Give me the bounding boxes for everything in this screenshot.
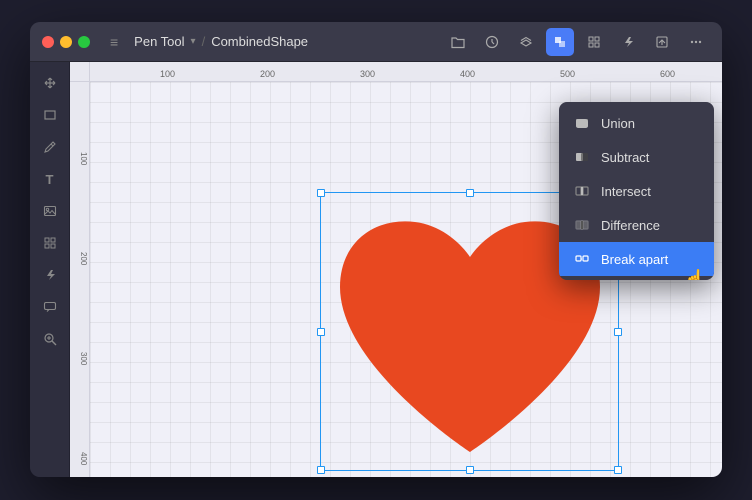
cloud-button[interactable] <box>478 28 506 56</box>
ruler-h-400: 400 <box>460 69 475 79</box>
shape-name: CombinedShape <box>211 34 308 49</box>
menu-item-subtract-label: Subtract <box>601 150 649 165</box>
breadcrumb-separator: / <box>202 34 206 49</box>
difference-icon <box>573 216 591 234</box>
ruler-h-500: 500 <box>560 69 575 79</box>
toolbar-icons <box>444 28 710 56</box>
menu-item-difference[interactable]: Difference <box>559 208 714 242</box>
tool-name[interactable]: Pen Tool <box>134 34 184 49</box>
ruler-horizontal: 100 200 300 400 500 600 700 <box>90 62 722 82</box>
intersect-icon <box>573 182 591 200</box>
ruler-h-100: 100 <box>160 69 175 79</box>
maximize-button[interactable] <box>78 36 90 48</box>
traffic-lights <box>42 36 90 48</box>
menu-icon[interactable]: ≡ <box>110 34 118 50</box>
cursor-indicator: ☝ <box>684 269 706 280</box>
shape-ops-button[interactable] <box>546 28 574 56</box>
menu-item-break-apart[interactable]: Break apart ☝ <box>559 242 714 276</box>
grid-button[interactable] <box>580 28 608 56</box>
ruler-corner <box>70 62 90 82</box>
menu-item-intersect-label: Intersect <box>601 184 651 199</box>
menu-item-union[interactable]: Union <box>559 106 714 140</box>
canvas-area[interactable]: 100 200 300 400 500 600 700 100 200 300 … <box>70 62 722 477</box>
menu-item-difference-label: Difference <box>601 218 660 233</box>
folder-button[interactable] <box>444 28 472 56</box>
ruler-v-300: 300 <box>79 352 88 365</box>
ruler-h-300: 300 <box>360 69 375 79</box>
subtract-icon <box>573 148 591 166</box>
shape-ops-dropdown: Union Subtract <box>559 102 714 280</box>
image-tool[interactable] <box>35 196 65 226</box>
left-toolbar: T <box>30 62 70 477</box>
ruler-h-600: 600 <box>660 69 675 79</box>
minimize-button[interactable] <box>60 36 72 48</box>
layers-button[interactable] <box>512 28 540 56</box>
titlebar: ≡ Pen Tool ▾ / CombinedShape <box>30 22 722 62</box>
main-window: ≡ Pen Tool ▾ / CombinedShape <box>30 22 722 477</box>
break-apart-icon <box>573 250 591 268</box>
export-button[interactable] <box>648 28 676 56</box>
more-button[interactable] <box>682 28 710 56</box>
pen-tool[interactable] <box>35 132 65 162</box>
close-button[interactable] <box>42 36 54 48</box>
main-content: T <box>30 62 722 477</box>
comment-tool[interactable] <box>35 292 65 322</box>
ruler-h-200: 200 <box>260 69 275 79</box>
menu-item-intersect[interactable]: Intersect <box>559 174 714 208</box>
move-tool[interactable] <box>35 68 65 98</box>
symbol-tool[interactable] <box>35 228 65 258</box>
ruler-v-400: 400 <box>79 452 88 465</box>
menu-item-union-label: Union <box>601 116 635 131</box>
ruler-v-100: 100 <box>79 152 88 165</box>
menu-item-break-apart-label: Break apart <box>601 252 668 267</box>
union-icon <box>573 114 591 132</box>
menu-item-subtract[interactable]: Subtract <box>559 140 714 174</box>
tool-dropdown-icon[interactable]: ▾ <box>191 36 196 47</box>
zoom-tool[interactable] <box>35 324 65 354</box>
lightning-button[interactable] <box>614 28 642 56</box>
ruler-v-200: 200 <box>79 252 88 265</box>
breadcrumb: Pen Tool ▾ / CombinedShape <box>134 34 308 49</box>
ruler-vertical: 100 200 300 400 <box>70 82 90 477</box>
lightning-tool[interactable] <box>35 260 65 290</box>
text-tool[interactable]: T <box>35 164 65 194</box>
rectangle-tool[interactable] <box>35 100 65 130</box>
